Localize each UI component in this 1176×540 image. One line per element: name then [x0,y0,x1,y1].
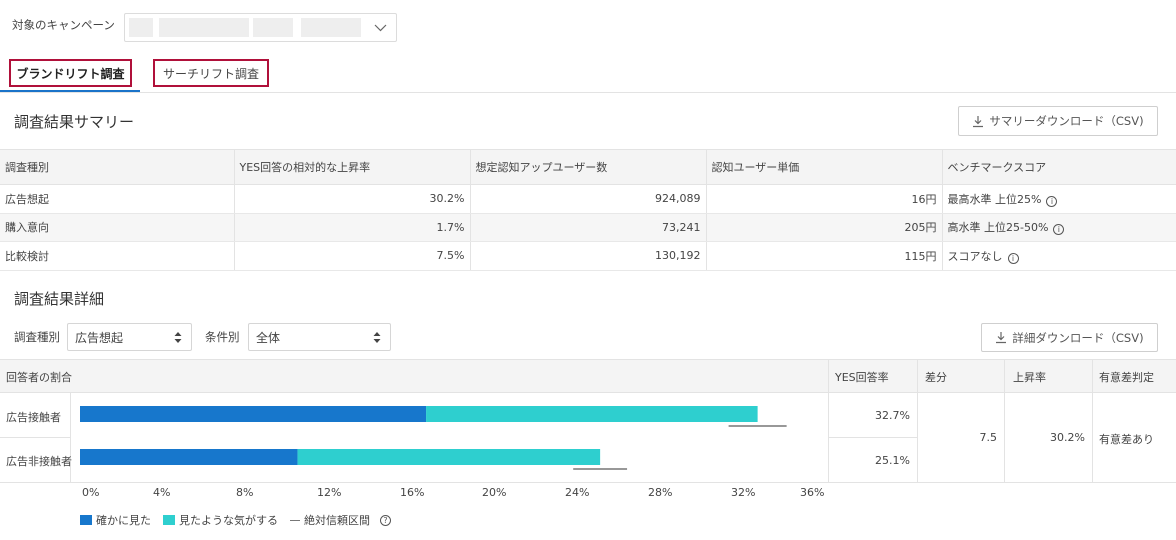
benchmark-cell: 高水準 上位25-50% i [941,213,1176,242]
users-cell: 130,192 [469,241,706,271]
benchmark-text: スコアなし [947,249,1003,263]
summary-download-label: サマリーダウンロード（CSV) [989,114,1144,128]
survey-type-cell: 購入意向 [0,213,234,242]
x-tick-label: 24% [565,486,590,499]
info-icon[interactable]: i [1053,224,1065,236]
legend-swatch-seen [80,515,92,525]
column-header-significance: 有意差判定 [1099,370,1154,384]
detail-title: 調査結果詳細 [14,290,105,308]
legend-label-seen: 確かに見た [96,514,151,527]
unit-cost-cell: 16円 [705,184,942,214]
x-tick-label: 12% [317,486,342,499]
yes-rate-exposed: 32.7% [875,409,910,422]
tab-brand-lift[interactable]: ブランドリフト調査 [9,59,132,87]
column-header: YES回答の相対的な上昇率 [233,149,470,185]
survey-type-filter-label: 調査種別 [14,330,60,344]
column-header: ベンチマークスコア [941,149,1176,185]
campaign-value-redacted [253,18,293,37]
x-tick-label: 0% [82,486,100,499]
legend-label-maybe-seen: 見たような気がする [179,514,278,527]
survey-type-select-value: 広告想起 [75,330,124,345]
x-tick-label: 20% [482,486,507,499]
divider [1004,360,1005,482]
campaign-value-redacted [159,18,249,37]
condition-filter-label: 条件別 [205,330,240,344]
bar-maybe-seen [426,406,758,422]
download-icon [996,332,1007,344]
divider [0,482,1176,483]
lift-cell: 7.5% [233,241,470,271]
x-tick-label: 32% [731,486,756,499]
column-header: 調査種別 [0,149,234,185]
divider [917,360,918,482]
legend-swatch-ci [290,519,300,521]
diff-value: 7.5 [979,431,998,444]
respondent-ratio-chart [80,406,787,470]
legend-swatch-maybe-seen [163,515,175,525]
sort-updown-icon [174,332,182,343]
divider [828,437,917,438]
users-cell: 924,089 [469,184,706,214]
column-header-diff: 差分 [925,370,947,384]
bar-seen [80,406,427,422]
survey-type-cell: 比較検討 [0,241,234,271]
column-header: 想定認知アップユーザー数 [469,149,706,185]
benchmark-text: 高水準 上位25-50% [947,221,1049,235]
table-row: 比較検討 7.5% 130,192 115円 スコアなし i [0,241,1176,271]
condition-select-value: 全体 [256,330,281,345]
column-header: 認知ユーザー単価 [705,149,942,185]
survey-type-cell: 広告想起 [0,184,234,214]
tab-divider [0,92,1176,93]
lift-cell: 30.2% [233,184,470,214]
summary-title: 調査結果サマリー [14,113,135,131]
summary-table: 調査種別 YES回答の相対的な上昇率 想定認知アップユーザー数 認知ユーザー単価… [0,149,1176,271]
x-tick-label: 4% [153,486,171,499]
table-row: 広告想起 30.2% 924,089 16円 最高水準 上位25% i [0,184,1176,214]
yes-rate-unexposed: 25.1% [875,454,910,467]
legend-label-ci: 絶対信頼区間 [304,514,370,527]
table-row: 購入意向 1.7% 73,241 205円 高水準 上位25-50% i [0,213,1176,242]
chart-legend: 確かに見た 見たような気がする 絶対信頼区間 ? [80,512,391,528]
detail-download-label: 詳細ダウンロード（CSV) [1012,330,1144,345]
unit-cost-cell: 115円 [705,241,942,271]
significance-value: 有意差あり [1099,433,1154,446]
campaign-select[interactable] [124,13,397,42]
benchmark-cell: スコアなし i [941,241,1176,271]
lift-cell: 1.7% [233,213,470,242]
survey-type-select[interactable]: 広告想起 [67,323,192,351]
chevron-down-icon [374,24,387,32]
x-tick-label: 36% [800,486,825,499]
column-header-yes-rate: YES回答率 [835,370,889,384]
unit-cost-cell: 205円 [705,213,942,242]
download-icon [973,115,984,127]
info-icon[interactable]: i [1007,252,1019,264]
campaign-value-redacted [129,18,153,37]
campaign-label: 対象のキャンペーン [12,18,115,32]
x-tick-label: 28% [648,486,673,499]
tab-search-lift[interactable]: サーチリフト調査 [153,59,269,87]
sort-updown-icon [373,332,381,343]
x-tick-label: 16% [400,486,425,499]
condition-select[interactable]: 全体 [248,323,391,351]
summary-download-button[interactable]: サマリーダウンロード（CSV) [958,106,1158,136]
divider [828,360,829,482]
info-icon[interactable]: i [1046,195,1058,207]
column-header-lift: 上昇率 [1013,370,1046,384]
benchmark-text: 最高水準 上位25% [947,192,1042,206]
benchmark-cell: 最高水準 上位25% i [941,184,1176,214]
detail-table-header [0,360,1176,393]
divider [1092,360,1093,482]
users-cell: 73,241 [469,213,706,242]
lift-value: 30.2% [1050,431,1085,444]
info-icon[interactable]: ? [380,514,391,526]
bar-maybe-seen [297,449,601,465]
column-header-ratio: 回答者の割合 [6,370,72,384]
x-tick-label: 8% [236,486,254,499]
bar-seen [80,449,298,465]
detail-download-button[interactable]: 詳細ダウンロード（CSV) [981,323,1158,352]
campaign-value-redacted [301,18,361,37]
